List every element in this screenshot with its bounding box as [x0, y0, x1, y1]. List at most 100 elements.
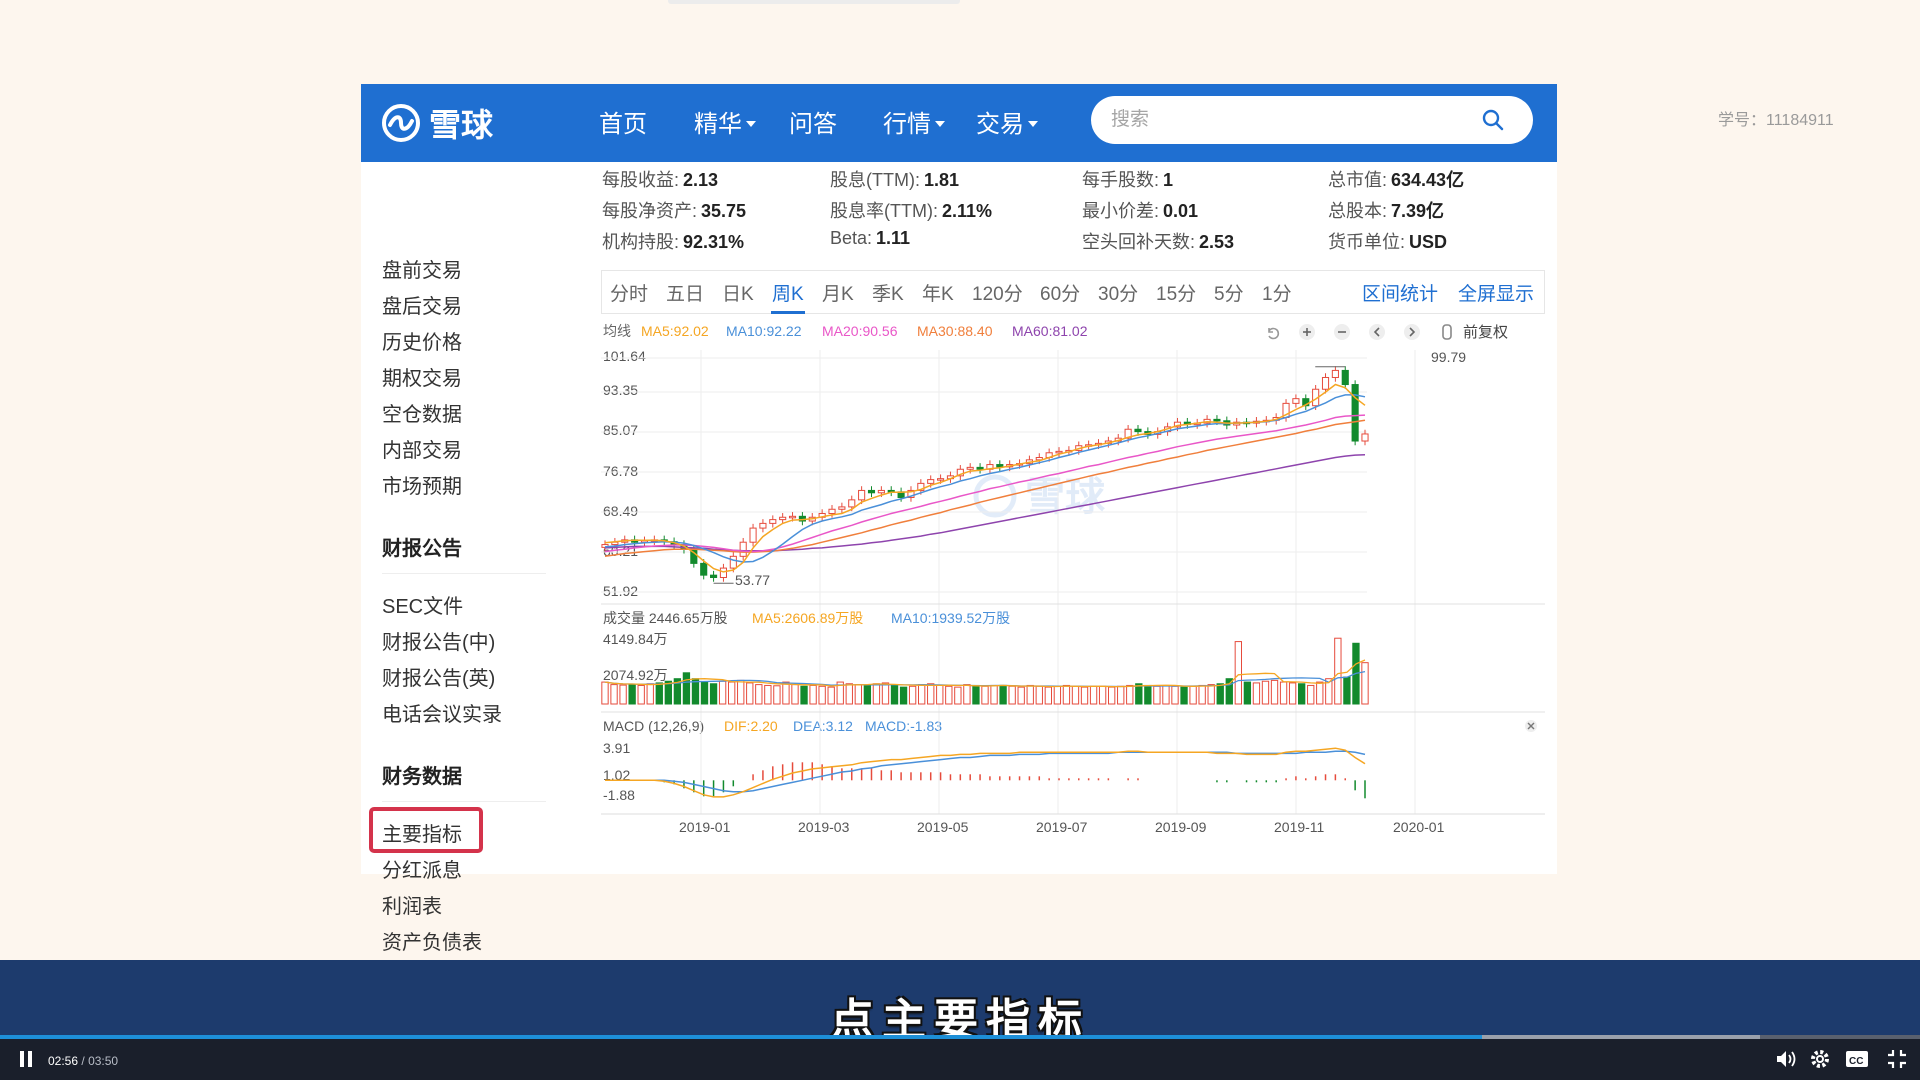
zoom-out-icon[interactable] — [1334, 324, 1350, 340]
sidebar-item-premarket[interactable]: 盘前交易 — [382, 254, 462, 283]
tab-5day[interactable]: 五日 — [666, 279, 704, 306]
stat-label: 空头回补天数: — [1082, 232, 1196, 252]
volume-bar — [1334, 637, 1342, 705]
volume-bar — [1189, 685, 1197, 705]
candle-body — [858, 489, 866, 501]
snowball-logo-icon — [382, 104, 420, 142]
nav-trade[interactable]: 交易 — [976, 104, 1038, 139]
nav-qa-label: 问答 — [789, 111, 837, 138]
exit-fullscreen-icon[interactable] — [1886, 1048, 1908, 1070]
volume-bar — [691, 678, 700, 705]
tab-15min[interactable]: 15分 — [1156, 279, 1196, 306]
sidebar-item-estimates[interactable]: 市场预期 — [382, 470, 462, 499]
captions-icon[interactable]: CC — [1845, 1048, 1869, 1070]
search-input[interactable] — [1111, 104, 1471, 136]
ma30-line — [604, 419, 1366, 558]
sidebar-item-history[interactable]: 历史价格 — [382, 326, 462, 355]
volume-bar — [1017, 686, 1025, 705]
sidebar-item-options[interactable]: 期权交易 — [382, 362, 462, 391]
divider — [382, 573, 546, 574]
chart-panel: 分时 五日 日K 周K 月K 季K 年K 120分 60分 30分 15分 5分… — [601, 270, 1545, 860]
player-controls — [0, 1036, 1920, 1080]
candle-body — [1321, 376, 1330, 390]
stat-market-cap: 总市值: 634.43亿 — [1328, 166, 1464, 192]
x-tick: 2019-07 — [1036, 819, 1088, 835]
fullscreen-link[interactable]: 全屏显示 — [1458, 279, 1534, 306]
adjust-mode-label[interactable]: 前复权 — [1463, 323, 1508, 341]
volume-bar — [1207, 684, 1215, 705]
sidebar-item-report-cn[interactable]: 财报公告(中) — [382, 626, 495, 655]
close-icon[interactable] — [1525, 720, 1537, 732]
volume-bars — [601, 637, 1369, 705]
volume-bar — [755, 684, 763, 705]
sidebar-item-key-metrics[interactable]: 主要指标 — [382, 818, 462, 847]
tab-daily[interactable]: 日K — [722, 279, 754, 306]
time-display: 02:56 / 03:50 — [48, 1054, 118, 1068]
search-icon[interactable] — [1481, 108, 1505, 132]
stat-value: 1 — [1163, 170, 1174, 190]
tab-30min[interactable]: 30分 — [1098, 279, 1138, 306]
tab-5min[interactable]: 5分 — [1214, 279, 1244, 306]
high-annotation: 99.79 — [1431, 349, 1466, 365]
time-separator: / — [81, 1054, 85, 1068]
stat-value: USD — [1409, 232, 1448, 252]
nav-qa[interactable]: 问答 — [789, 104, 837, 139]
logo[interactable]: 雪球 — [381, 100, 493, 146]
tab-yearly[interactable]: 年K — [922, 279, 954, 306]
volume-bar — [1026, 684, 1034, 705]
range-stats-link[interactable]: 区间统计 — [1362, 279, 1438, 306]
sidebar-item-report-en[interactable]: 财报公告(英) — [382, 662, 495, 691]
undo-icon[interactable] — [1268, 327, 1280, 340]
volume-bar — [728, 681, 736, 705]
volume-bar — [890, 684, 899, 705]
sidebar-item-dividends[interactable]: 分红派息 — [382, 854, 462, 883]
search-box — [1091, 96, 1533, 144]
sidebar-item-balance[interactable]: 资产负债表 — [382, 926, 482, 955]
settings-gear-icon[interactable] — [1809, 1048, 1831, 1070]
tab-1min[interactable]: 1分 — [1262, 279, 1292, 306]
chevron-right-icon[interactable] — [1404, 324, 1420, 340]
candle-body — [729, 555, 737, 569]
macd-y-tick: 3.91 — [603, 740, 630, 756]
candle-body — [710, 574, 718, 579]
candle-body — [700, 562, 708, 576]
sidebar-item-insider[interactable]: 内部交易 — [382, 434, 462, 463]
chevron-left-icon[interactable] — [1369, 324, 1385, 340]
sidebar-item-income[interactable]: 利润表 — [382, 890, 442, 919]
volume-bar — [1279, 681, 1288, 705]
zoom-in-icon[interactable] — [1299, 324, 1315, 340]
tab-intraday[interactable]: 分时 — [610, 279, 648, 306]
pin-icon[interactable] — [1442, 324, 1452, 340]
volume-icon[interactable] — [1775, 1048, 1797, 1070]
volume-bar — [927, 683, 935, 705]
tab-monthly[interactable]: 月K — [822, 279, 854, 306]
volume-bar — [1135, 683, 1143, 705]
sidebar-item-short[interactable]: 空仓数据 — [382, 398, 462, 427]
tab-120min[interactable]: 120分 — [972, 279, 1023, 306]
tab-weekly[interactable]: 周K — [772, 279, 804, 306]
candle-body — [927, 479, 935, 484]
stat-label: 每股收益: — [602, 170, 680, 190]
ma60-legend: MA60:81.02 — [1012, 323, 1088, 339]
nav-market[interactable]: 行情 — [883, 104, 945, 139]
candle-body — [1361, 433, 1369, 442]
stat-tick-size: 最小价差: 0.01 — [1082, 197, 1198, 223]
stat-value: 2.13 — [683, 170, 719, 190]
candle-body — [996, 464, 1004, 468]
stat-value: 35.75 — [701, 201, 747, 221]
sidebar-item-call-transcript[interactable]: 电话会议实录 — [382, 698, 502, 727]
sidebar-item-sec[interactable]: SEC文件 — [382, 590, 463, 619]
pause-icon[interactable] — [18, 1050, 34, 1068]
volume-bar — [1180, 686, 1188, 705]
nav-featured[interactable]: 精华 — [694, 104, 756, 139]
top-edge — [668, 0, 960, 4]
nav-home[interactable]: 首页 — [599, 104, 647, 139]
tab-quarterly[interactable]: 季K — [872, 279, 904, 306]
stat-label: 股息率(TTM): — [830, 201, 938, 221]
sidebar-item-afterhours[interactable]: 盘后交易 — [382, 290, 462, 319]
candle-body — [1292, 398, 1300, 404]
volume-ma10-legend: MA10:1939.52万股 — [891, 610, 1010, 626]
tab-60min[interactable]: 60分 — [1040, 279, 1080, 306]
y-tick: 93.35 — [603, 382, 638, 398]
volume-bar — [1162, 684, 1170, 705]
